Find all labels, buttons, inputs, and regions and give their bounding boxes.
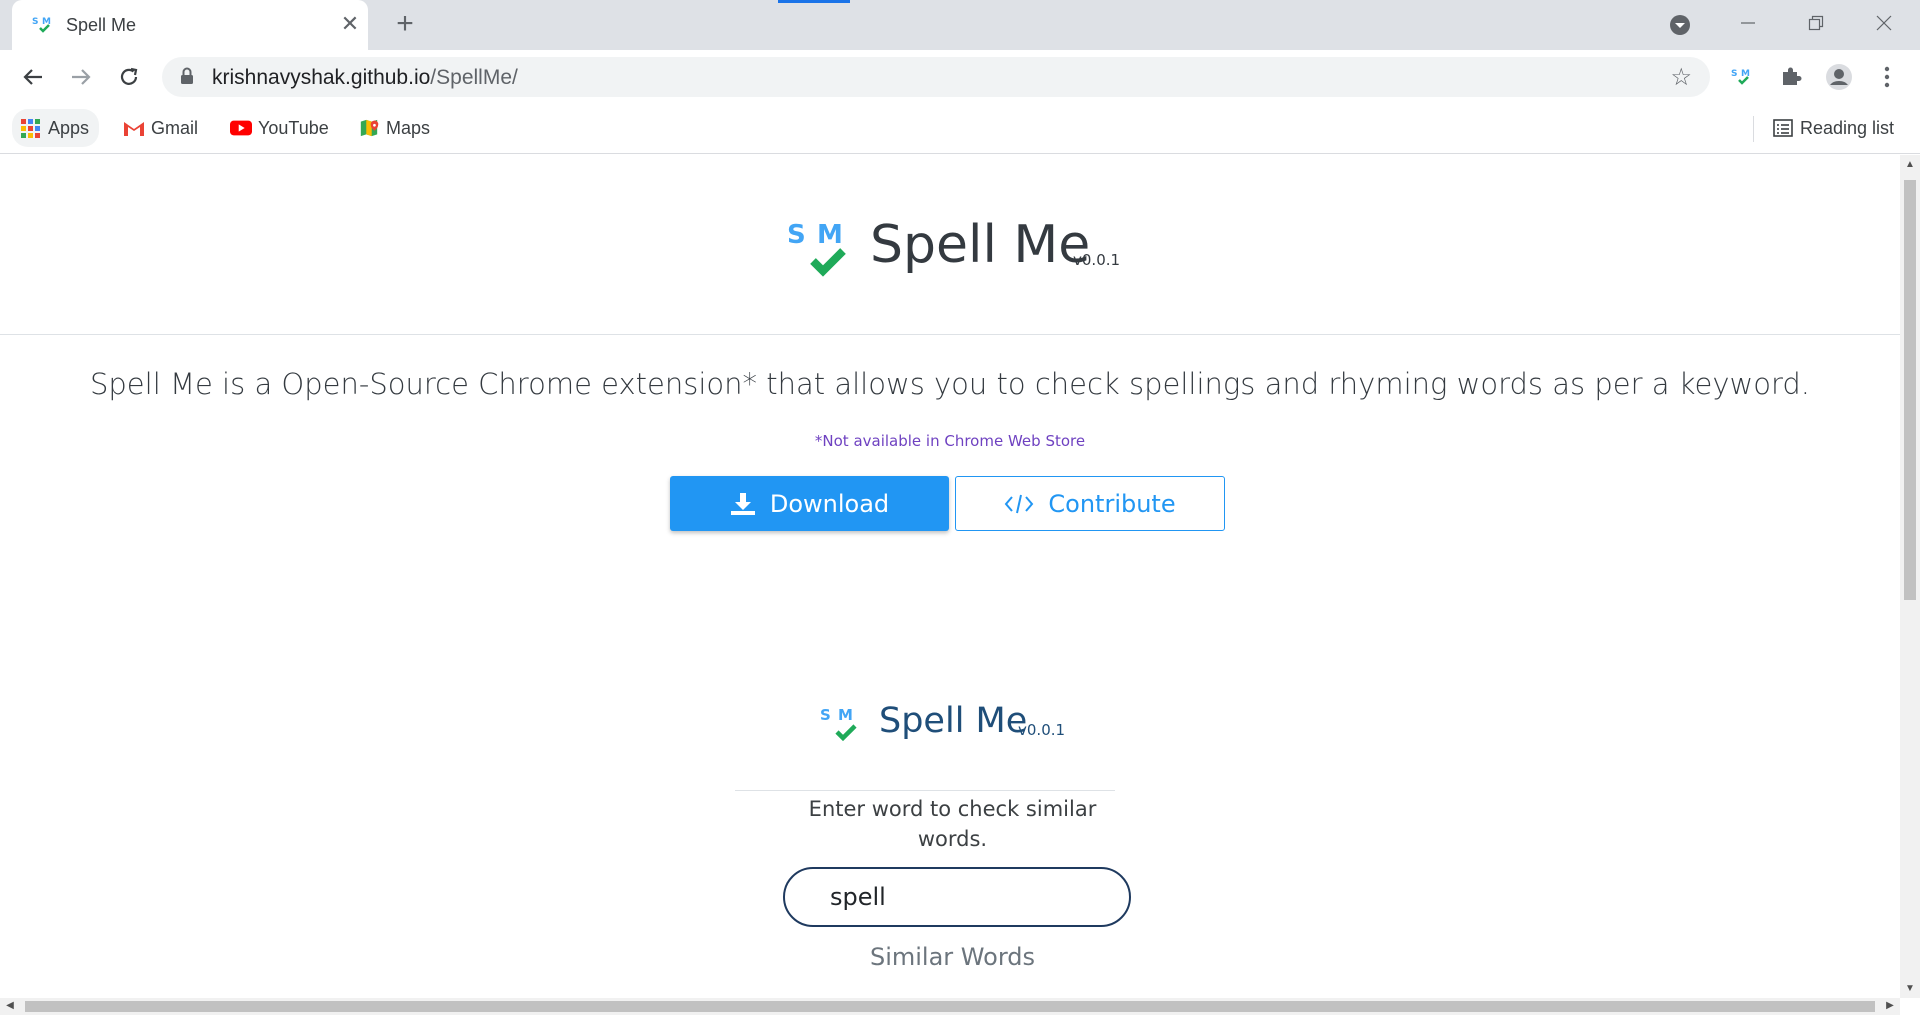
spellme-mini-logo-icon: S M xyxy=(820,706,857,742)
scroll-up-icon[interactable]: ▲ xyxy=(1900,159,1920,170)
profile-avatar-icon[interactable] xyxy=(1822,60,1856,94)
horizontal-scroll-thumb[interactable] xyxy=(25,1001,1875,1012)
bookmarks-separator xyxy=(1753,116,1754,142)
gmail-icon xyxy=(124,122,144,136)
lead-description: Spell Me is a Open-Source Chrome extensi… xyxy=(89,367,1811,401)
availability-note: *Not available in Chrome Web Store xyxy=(814,432,1086,450)
horizontal-scrollbar[interactable]: ◀ ▶ xyxy=(0,998,1900,1015)
tab-search-icon[interactable] xyxy=(1660,10,1700,40)
bookmark-youtube[interactable]: YouTube xyxy=(222,109,329,147)
bookmark-label: Maps xyxy=(386,118,431,138)
similar-words-heading: Similar Words xyxy=(869,943,1035,971)
forward-button[interactable] xyxy=(64,60,98,94)
contribute-label: Contribute xyxy=(1048,489,1176,518)
reload-icon xyxy=(120,67,138,85)
vertical-scrollbar[interactable]: ▲ ▼ xyxy=(1900,155,1920,998)
new-tab-button[interactable]: + xyxy=(390,9,420,40)
bookmark-apps[interactable]: Apps xyxy=(12,109,100,147)
lock-icon xyxy=(181,67,193,84)
bookmark-gmail[interactable]: Gmail xyxy=(115,109,198,147)
forward-arrow-icon xyxy=(72,69,91,85)
url-text: krishnavyshak.github.io/SpellMe/ xyxy=(212,66,518,90)
maps-icon xyxy=(360,119,379,137)
minimize-icon[interactable] xyxy=(1728,10,1768,40)
spellme-extension-icon[interactable]: SM xyxy=(1726,60,1760,94)
bookmark-label: Apps xyxy=(48,118,90,138)
spellme-favicon-icon: S M xyxy=(32,17,51,33)
browser-toolbar: krishnavyshak.github.io/SpellMe/ ☆ SM xyxy=(0,50,1920,104)
back-arrow-icon xyxy=(23,69,42,85)
tab-close-icon[interactable]: ✕ xyxy=(338,12,362,36)
svg-text:M: M xyxy=(817,220,843,250)
url-path: /SpellMe/ xyxy=(430,66,518,89)
hero-version: v0.0.1 xyxy=(1073,251,1121,269)
vertical-scroll-thumb[interactable] xyxy=(1904,180,1916,600)
scroll-right-icon[interactable]: ▶ xyxy=(1880,1000,1900,1011)
browser-tab[interactable]: S M Spell Me ✕ xyxy=(12,0,368,50)
tab-strip: S M Spell Me ✕ + xyxy=(0,0,1920,50)
svg-text:S: S xyxy=(1731,69,1737,79)
download-label: Download xyxy=(769,489,890,518)
address-bar[interactable]: krishnavyshak.github.io/SpellMe/ ☆ xyxy=(162,57,1710,97)
restore-icon[interactable] xyxy=(1796,10,1836,40)
bookmarks-bar: Apps Gmail YouTube Maps Reading list xyxy=(0,104,1920,154)
svg-text:M: M xyxy=(42,17,51,27)
demo-help-text: Enter word to check similar words. xyxy=(808,797,1097,851)
reading-list-icon xyxy=(1773,119,1793,137)
word-input[interactable] xyxy=(783,867,1131,927)
url-domain: krishnavyshak.github.io xyxy=(212,66,431,89)
reading-list-label: Reading list xyxy=(1800,118,1895,138)
download-icon xyxy=(730,492,755,515)
scroll-left-icon[interactable]: ◀ xyxy=(0,1000,20,1011)
demo-version: v0.0.1 xyxy=(1018,721,1066,739)
bookmark-maps[interactable]: Maps xyxy=(350,109,430,147)
close-window-icon[interactable] xyxy=(1864,10,1904,40)
svg-text:S: S xyxy=(820,706,831,724)
extensions-puzzle-icon[interactable] xyxy=(1774,60,1808,94)
scroll-down-icon[interactable]: ▼ xyxy=(1900,983,1920,994)
demo-title: Spell Me xyxy=(879,701,1028,741)
reload-button[interactable] xyxy=(112,60,146,94)
svg-text:S: S xyxy=(787,220,806,250)
bookmark-label: YouTube xyxy=(258,118,329,138)
svg-text:M: M xyxy=(1741,69,1750,79)
browser-menu-icon[interactable] xyxy=(1870,60,1904,94)
hero-title: Spell Me xyxy=(870,215,1091,275)
bookmark-star-icon[interactable]: ☆ xyxy=(1670,63,1692,92)
contribute-button[interactable]: Contribute xyxy=(955,476,1225,531)
download-button[interactable]: Download xyxy=(670,476,949,531)
reading-list-button[interactable]: Reading list xyxy=(1764,109,1894,147)
svg-text:M: M xyxy=(838,706,853,724)
tab-loading-indicator xyxy=(778,0,850,3)
spellme-logo-icon: S M xyxy=(787,220,846,277)
hero-header: S M Spell Me v0.0.1 xyxy=(0,155,1900,335)
apps-grid-icon xyxy=(21,119,40,138)
svg-text:S: S xyxy=(32,17,38,27)
demo-divider xyxy=(735,790,1115,791)
web-page: S M Spell Me v0.0.1 Spell Me is a Open-S… xyxy=(0,155,1900,998)
back-button[interactable] xyxy=(16,60,50,94)
youtube-icon xyxy=(230,120,252,136)
bookmark-label: Gmail xyxy=(151,118,199,138)
code-icon xyxy=(1005,494,1034,513)
tab-title: Spell Me xyxy=(66,15,137,35)
